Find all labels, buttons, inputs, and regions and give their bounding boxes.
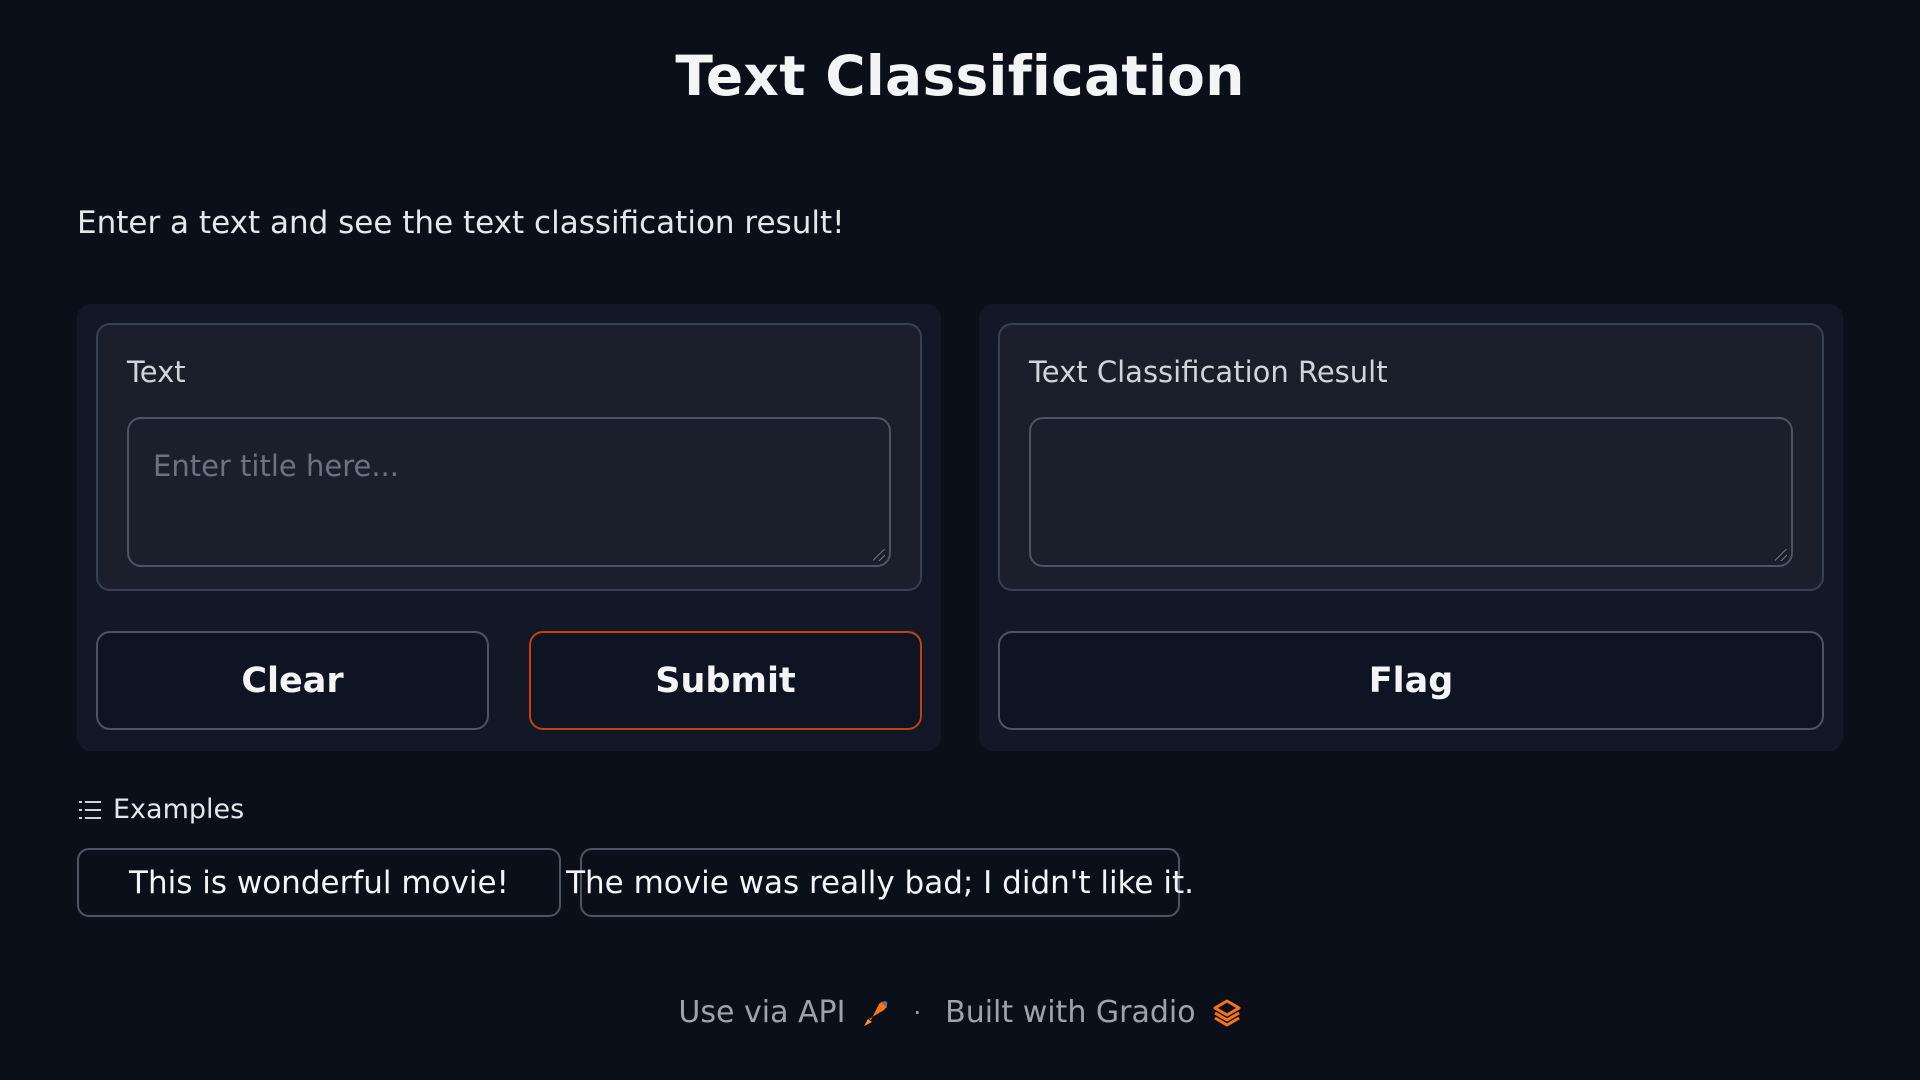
result-output-label: Text Classification Result [1029, 355, 1388, 389]
built-with-gradio-label: Built with Gradio [945, 995, 1196, 1030]
examples-heading: Examples [113, 794, 245, 825]
output-panel: Text Classification Result Flag [979, 304, 1843, 751]
example-item[interactable]: The movie was really bad; I didn't like … [566, 848, 1194, 917]
result-output-block: Text Classification Result [998, 323, 1824, 591]
text-input-label: Text [127, 355, 186, 389]
example-item[interactable]: This is wonderful movie! [77, 848, 561, 917]
page-description: Enter a text and see the text classifica… [77, 205, 845, 241]
use-via-api-link[interactable]: Use via API [678, 995, 889, 1030]
resize-handle-icon[interactable] [1775, 549, 1787, 561]
text-input-block: Text Enter title here... [96, 323, 922, 591]
gradio-logo-icon [1213, 999, 1241, 1026]
footer-separator: · [913, 998, 922, 1027]
page-title: Text Classification [675, 44, 1245, 108]
clear-button[interactable]: Clear [96, 631, 489, 730]
text-input[interactable]: Enter title here... [127, 417, 891, 567]
examples-header: Examples [79, 794, 244, 825]
resize-handle-icon[interactable] [873, 549, 885, 561]
list-icon [79, 800, 101, 819]
built-with-gradio-link[interactable]: Built with Gradio [945, 995, 1241, 1030]
rocket-icon [864, 1000, 888, 1026]
footer: Use via API · Built with Gradio [0, 995, 1920, 1030]
result-output[interactable] [1029, 417, 1793, 567]
text-input-placeholder: Enter title here... [153, 449, 399, 483]
input-panel: Text Enter title here... Clear Submit [77, 304, 941, 751]
page: Text Classification Enter a text and see… [0, 0, 1920, 1080]
use-via-api-label: Use via API [678, 995, 846, 1030]
flag-button[interactable]: Flag [998, 631, 1824, 730]
submit-button[interactable]: Submit [529, 631, 922, 730]
